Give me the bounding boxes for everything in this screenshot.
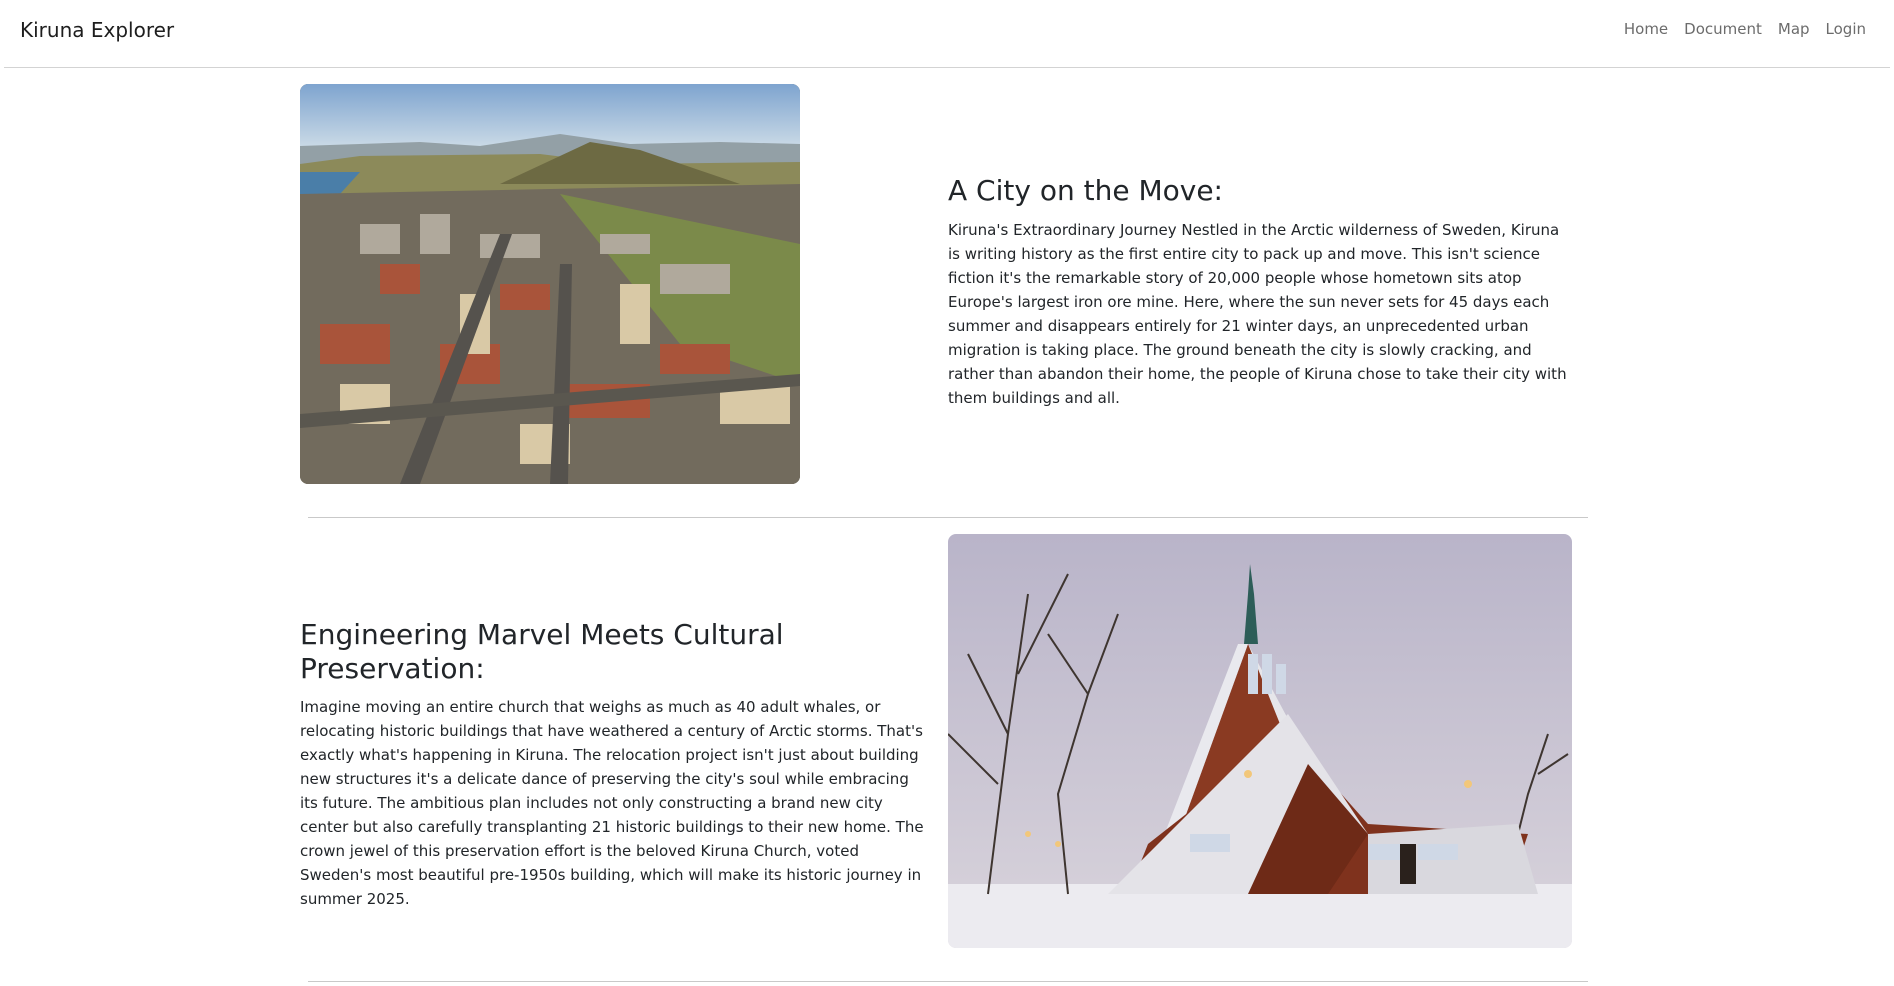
section-city-on-the-move: A City on the Move: Kiruna's Extraordina…	[300, 84, 1576, 484]
nav-links: Home Document Map Login	[1624, 20, 1866, 38]
kiruna-church-photo	[948, 534, 1572, 948]
nav-link-map[interactable]: Map	[1778, 20, 1810, 38]
text-block-engineering: Engineering Marvel Meets Cultural Preser…	[300, 618, 925, 911]
nav-link-home[interactable]: Home	[1624, 20, 1668, 38]
brand-link[interactable]: Kiruna Explorer	[20, 18, 174, 42]
section-body: Kiruna's Extraordinary Journey Nestled i…	[948, 220, 1567, 407]
nav-link-login[interactable]: Login	[1826, 20, 1866, 38]
section-body: Imagine moving an entire church that wei…	[300, 698, 924, 909]
navbar: Kiruna Explorer Home Document Map Login	[4, 0, 1890, 68]
section-title: A City on the Move:	[948, 174, 1223, 207]
section-title: Engineering Marvel Meets Cultural Preser…	[300, 618, 784, 685]
nav-link-document[interactable]: Document	[1684, 20, 1762, 38]
section-divider	[308, 981, 1588, 982]
section-engineering-marvel: Engineering Marvel Meets Cultural Preser…	[300, 534, 1576, 950]
section-divider	[308, 517, 1588, 518]
aerial-city-photo	[300, 84, 800, 484]
text-block-city: A City on the Move: Kiruna's Extraordina…	[948, 174, 1573, 410]
